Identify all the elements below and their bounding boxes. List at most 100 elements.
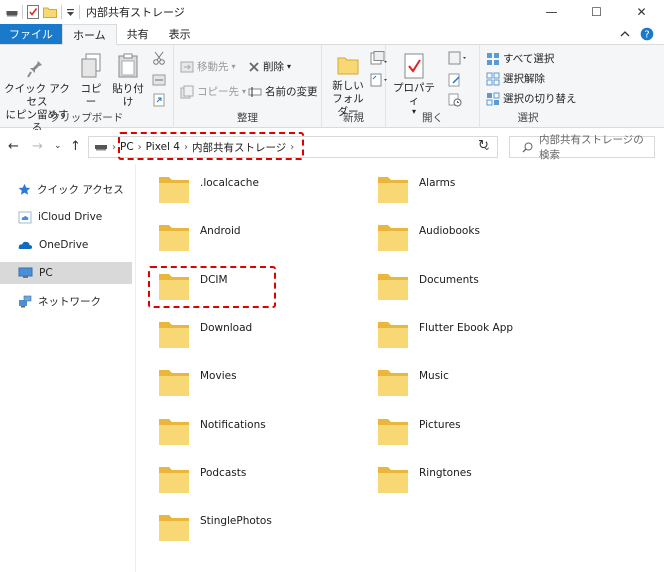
history-icon[interactable]	[448, 93, 462, 107]
folder-item[interactable]: Documents	[359, 264, 569, 308]
move-to-button[interactable]: 移動先 ▾	[180, 59, 236, 74]
sidebar-item-quick-access[interactable]: クイック アクセス	[0, 178, 132, 200]
sidebar-item-onedrive[interactable]: OneDrive	[0, 234, 132, 256]
folder-item[interactable]: Download	[140, 312, 350, 356]
folder-icon	[377, 367, 409, 397]
maximize-button[interactable]: ☐	[574, 0, 619, 24]
up-arrow-icon[interactable]: ↑	[70, 139, 81, 154]
pc-icon	[18, 267, 33, 279]
properties-check-icon[interactable]	[27, 5, 39, 19]
folder-item[interactable]: StinglePhotos	[140, 505, 350, 549]
select-none-button[interactable]: 選択解除	[486, 71, 545, 86]
minimize-button[interactable]: —	[529, 0, 574, 24]
folder-item[interactable]: Podcasts	[140, 457, 350, 501]
folder-item[interactable]: .localcache	[140, 167, 350, 211]
folder-item[interactable]: DCIM	[140, 264, 350, 308]
folder-name: Ringtones	[419, 466, 472, 479]
breadcrumb-pc[interactable]: PC	[116, 141, 138, 153]
open-group: プロパティ ▾ 開く	[386, 45, 480, 128]
rename-icon	[248, 86, 262, 98]
folder-name: Android	[200, 225, 241, 238]
folder-icon	[377, 319, 409, 349]
sidebar-item-network[interactable]: ネットワーク	[0, 290, 132, 312]
clipboard-paste-icon	[117, 53, 139, 79]
select-all-button[interactable]: すべて選択	[486, 51, 554, 66]
pin-label-line1: クイック アクセス	[4, 83, 70, 108]
folder-item[interactable]: Music	[359, 360, 569, 404]
folder-icon	[158, 174, 190, 204]
folder-item[interactable]: Audiobooks	[359, 215, 569, 259]
new-group-label: 新規	[343, 112, 364, 124]
star-icon	[18, 183, 31, 196]
forward-arrow-icon[interactable]: →	[32, 139, 43, 154]
address-bar[interactable]: › PC › Pixel 4 › 内部共有ストレージ › ⌄	[88, 136, 498, 158]
properties-icon	[403, 53, 425, 79]
paste-label: 貼り付け	[112, 83, 144, 108]
toolbar-separator	[61, 5, 62, 19]
close-button[interactable]: ✕	[619, 0, 664, 24]
breadcrumb-pixel4[interactable]: Pixel 4	[142, 141, 184, 153]
invert-selection-label: 選択の切り替え	[503, 93, 577, 105]
sidebar-item-label: PC	[39, 267, 53, 279]
folder-icon	[377, 271, 409, 301]
folder-item[interactable]: Android	[140, 215, 350, 259]
folder-icon	[158, 416, 190, 446]
tab-view[interactable]: 表示	[159, 24, 201, 44]
move-to-label: 移動先	[197, 61, 229, 73]
select-all-icon	[486, 52, 500, 66]
search-box[interactable]: 内部共有ストレージの検索	[509, 134, 655, 161]
tab-file[interactable]: ファイル	[0, 24, 62, 44]
folder-item[interactable]: Notifications	[140, 409, 350, 453]
quick-access-toolbar	[0, 0, 80, 24]
folder-name: Audiobooks	[419, 225, 480, 238]
folder-name: Documents	[419, 273, 479, 286]
folder-name: .localcache	[200, 177, 259, 189]
copy-to-icon	[180, 85, 194, 99]
folder-item[interactable]: Flutter Ebook App	[359, 312, 569, 356]
refresh-icon[interactable]: ↻	[478, 138, 489, 153]
properties-button[interactable]: プロパティ ▾	[392, 53, 436, 116]
tab-home[interactable]: ホーム	[62, 24, 117, 45]
new-folder-quick-icon[interactable]	[43, 6, 57, 18]
new-group: 新しい フォルダー 新規	[322, 45, 387, 128]
folder-item[interactable]: Ringtones	[359, 457, 569, 501]
customize-toolbar-icon[interactable]	[66, 8, 75, 17]
folder-name: DCIM	[200, 273, 228, 286]
sidebar-item-pc[interactable]: PC	[0, 262, 132, 284]
back-arrow-icon[interactable]: ←	[8, 139, 19, 154]
title-bar: 内部共有ストレージ — ☐ ✕	[0, 0, 664, 24]
paste-button[interactable]: 貼り付け	[108, 53, 148, 109]
breadcrumb-internal-storage[interactable]: 内部共有ストレージ	[188, 140, 290, 155]
navigation-bar: ← → ⌄ ↑ › PC › Pixel 4 › 内部共有ストレージ › ⌄ ↻…	[0, 130, 664, 164]
folder-name: Pictures	[419, 418, 461, 431]
folder-name: Music	[419, 370, 449, 383]
copy-button[interactable]: コピー	[76, 53, 106, 109]
copy-label: コピー	[80, 83, 102, 108]
breadcrumb-separator-icon: ›	[290, 141, 295, 153]
delete-label: 削除	[263, 61, 284, 73]
network-icon	[18, 295, 32, 308]
folder-item[interactable]: Pictures	[359, 409, 569, 453]
folder-icon	[377, 464, 409, 494]
help-icon[interactable]: ?	[640, 27, 654, 41]
folder-name: StinglePhotos	[200, 515, 272, 528]
paste-shortcut-icon[interactable]	[152, 93, 166, 107]
clipboard-group-label: クリップボード	[49, 112, 124, 124]
open-icon[interactable]	[448, 51, 468, 65]
folder-icon	[158, 512, 190, 542]
tab-share[interactable]: 共有	[117, 24, 159, 44]
recent-locations-chevron-icon[interactable]: ⌄	[54, 141, 62, 151]
folder-item[interactable]: Movies	[140, 360, 350, 404]
edit-icon[interactable]	[448, 73, 462, 87]
rename-button[interactable]: 名前の変更	[248, 84, 318, 99]
cut-icon[interactable]	[152, 51, 166, 65]
folder-icon	[158, 222, 190, 252]
copy-to-button[interactable]: コピー先 ▾	[180, 84, 246, 99]
copy-path-icon[interactable]	[152, 73, 166, 87]
sidebar-item-icloud-drive[interactable]: iCloud Drive	[0, 206, 132, 228]
collapse-ribbon-icon[interactable]	[620, 29, 630, 39]
delete-button[interactable]: 削除 ▾	[248, 59, 291, 74]
icloud-icon	[18, 211, 32, 224]
folder-item[interactable]: Alarms	[359, 167, 569, 211]
invert-selection-button[interactable]: 選択の切り替え	[486, 91, 577, 106]
